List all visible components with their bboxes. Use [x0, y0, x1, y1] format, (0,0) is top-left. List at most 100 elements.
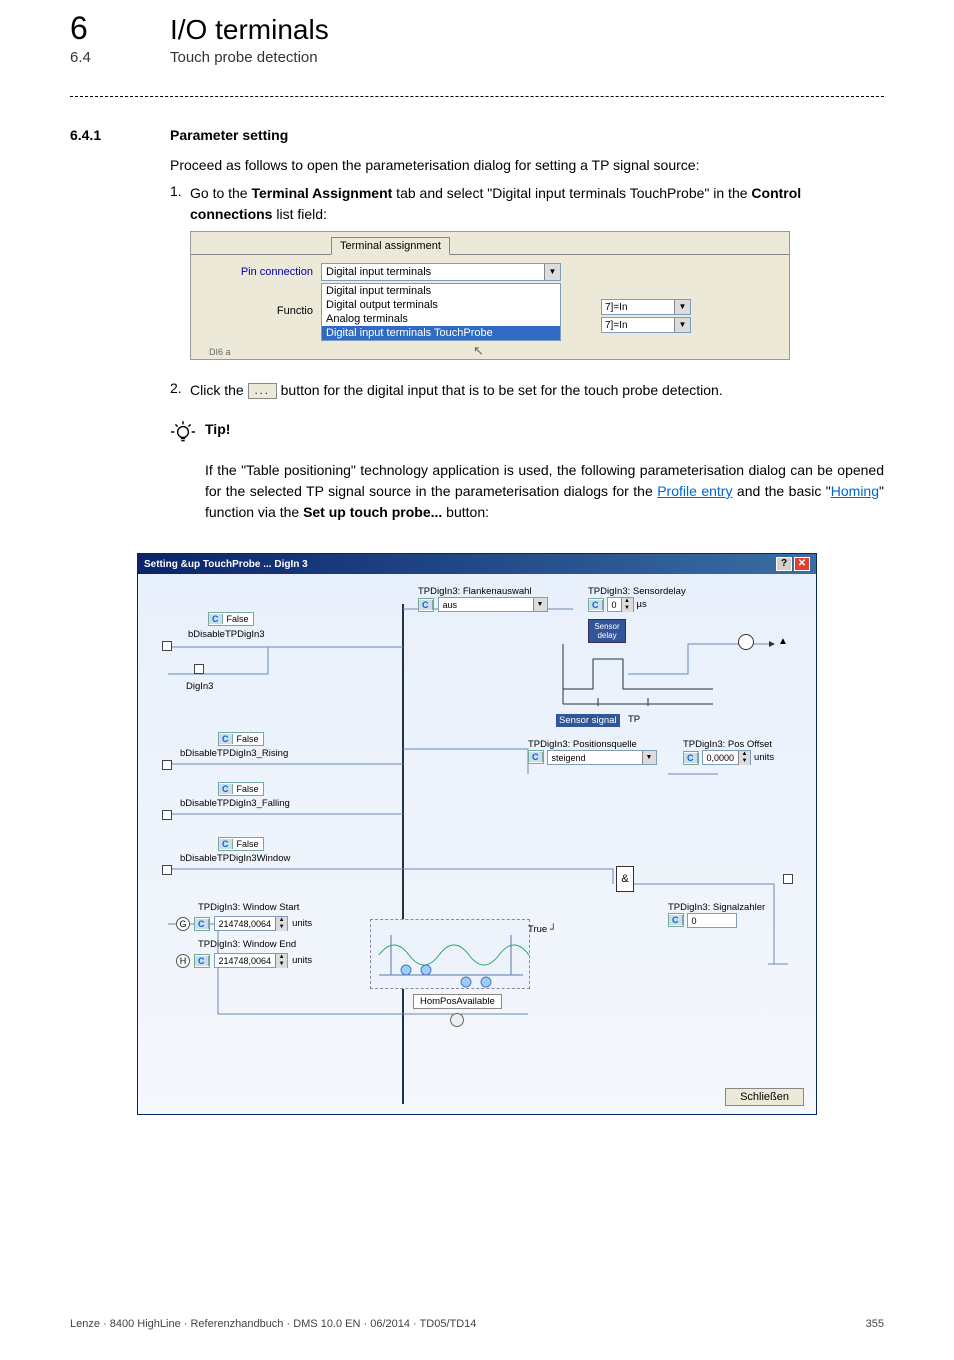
step-number: 2. — [170, 380, 190, 396]
dialog-title: Setting &up TouchProbe ... DigIn 3 — [144, 559, 308, 570]
chapter-number: 6 — [70, 10, 170, 47]
label-true: True ┘ — [528, 924, 557, 935]
badge-h: H — [176, 954, 190, 968]
c-indicator: C — [683, 751, 699, 765]
subsection-number: 6.4.1 — [70, 127, 170, 143]
spinner-window-start[interactable]: 214748,0064▲▼ — [214, 916, 289, 931]
signal-label: bDisableTPDigIn3_Rising — [180, 748, 288, 759]
text: button: — [442, 504, 489, 520]
dropdown-value: 7]=In — [605, 320, 628, 331]
spinner-pos-offset[interactable]: 0,0000▲▼ — [702, 750, 752, 765]
spinner-window-end[interactable]: 214748,0064▲▼ — [214, 953, 289, 968]
dropdown-small[interactable]: 7]=In ▼ — [601, 317, 691, 333]
footer-text: Lenze · 8400 HighLine · Referenzhandbuch… — [70, 1318, 476, 1330]
link-profile-entry[interactable]: Profile entry — [657, 483, 732, 499]
signal-label: bDisableTPDigIn3Window — [180, 853, 290, 864]
spinner-sensordelay[interactable]: 0▲▼ — [607, 597, 634, 612]
dialog-titlebar: Setting &up TouchProbe ... DigIn 3 ?✕ — [138, 554, 816, 574]
dropdown-positionsquelle[interactable]: steigend▼ — [547, 750, 657, 765]
label-hompos: HomPosAvailable — [413, 994, 502, 1009]
ellipsis-button[interactable]: ... — [248, 383, 277, 399]
node-icon — [738, 634, 754, 650]
text: button for the digital input that is to … — [281, 382, 723, 398]
c-indicator: C — [194, 917, 210, 931]
help-button[interactable]: ? — [776, 557, 792, 571]
sensor-chart-icon — [558, 634, 718, 714]
section-title: Touch probe detection — [170, 49, 318, 66]
terminal-assignment-screenshot: Terminal assignment Pin connection Digit… — [190, 231, 790, 360]
text: and the basic " — [732, 483, 830, 499]
port-icon — [162, 760, 172, 770]
tab-terminal-assignment[interactable]: Terminal assignment — [331, 237, 450, 255]
c-indicator: C — [668, 913, 684, 927]
intro-paragraph: Proceed as follows to open the parameter… — [170, 157, 884, 173]
c-indicator: C — [588, 598, 604, 612]
divider — [70, 96, 884, 97]
field-signalzahler[interactable]: 0 — [687, 913, 737, 928]
port-icon — [783, 874, 793, 884]
step-1: 1. Go to the Terminal Assignment tab and… — [170, 183, 884, 225]
label-di6: DI6 a — [209, 347, 231, 355]
chapter-title: I/O terminals — [170, 14, 329, 46]
tip-label: Tip! — [205, 421, 230, 437]
chevron-down-icon: ▼ — [674, 300, 690, 314]
label-pin-connection: Pin connection — [199, 266, 321, 278]
bold-text: Terminal Assignment — [251, 185, 392, 201]
waveform-diagram — [370, 919, 530, 989]
label-positionsquelle: TPDigIn3: Positionsquelle — [528, 739, 657, 750]
badge-g: G — [176, 917, 190, 931]
unit-label: units — [292, 955, 312, 966]
c-indicator: CFalse — [218, 837, 264, 851]
port-icon — [194, 664, 204, 674]
unit-label: µs — [637, 599, 647, 610]
text: list field: — [272, 206, 326, 222]
listbox-options[interactable]: Digital input terminals Digital output t… — [321, 283, 561, 341]
text: Click the — [190, 382, 248, 398]
bold-text: Set up touch probe... — [303, 504, 442, 520]
close-button[interactable]: ✕ — [794, 557, 810, 571]
lightbulb-icon — [170, 419, 205, 450]
list-item[interactable]: Digital output terminals — [322, 298, 560, 312]
unit-label: units — [292, 918, 312, 929]
c-indicator: C — [194, 954, 210, 968]
dropdown-flankenauswahl[interactable]: aus▼ — [438, 597, 548, 612]
page-number: 355 — [866, 1318, 884, 1330]
signal-label: bDisableTPDigIn3_Falling — [180, 798, 290, 809]
dropdown-pin-connection[interactable]: Digital input terminals ▼ — [321, 263, 561, 281]
list-item[interactable]: Digital input terminals — [322, 284, 560, 298]
label-sensor-signal: Sensor signal — [556, 714, 620, 727]
subsection-title: Parameter setting — [170, 127, 288, 143]
dropdown-value: 7]=In — [605, 302, 628, 313]
text: tab and select "Digital input terminals … — [392, 185, 751, 201]
unit-label: units — [754, 752, 774, 763]
label-function: Functio — [199, 283, 321, 317]
port-icon — [162, 865, 172, 875]
step-2: 2. Click the ... button for the digital … — [170, 380, 884, 401]
list-item[interactable]: Analog terminals — [322, 312, 560, 326]
c-indicator: CFalse — [218, 732, 264, 746]
tip-body: If the "Table positioning" technology ap… — [205, 460, 884, 523]
link-homing[interactable]: Homing — [831, 483, 879, 499]
c-indicator: CFalse — [218, 782, 264, 796]
touchprobe-dialog: Setting &up TouchProbe ... DigIn 3 ?✕ — [137, 553, 817, 1115]
and-gate-icon: & — [616, 866, 634, 892]
chevron-down-icon: ▼ — [674, 318, 690, 332]
chevron-down-icon: ▼ — [544, 264, 560, 280]
dropdown-value: Digital input terminals — [326, 266, 431, 278]
label-signalzahler: TPDigIn3: Signalzahler — [668, 902, 765, 913]
label-window-start: TPDigIn3: Window Start — [198, 902, 299, 913]
list-item-selected[interactable]: Digital input terminals TouchProbe — [322, 326, 560, 340]
signal-label: bDisableTPDigIn3 — [188, 629, 265, 640]
close-dialog-button[interactable]: Schließen — [725, 1088, 804, 1106]
dropdown-small[interactable]: 7]=In ▼ — [601, 299, 691, 315]
label-tp: TP — [628, 714, 640, 725]
text: Go to the — [190, 185, 251, 201]
led-icon — [450, 1013, 464, 1027]
c-indicator: C — [418, 598, 434, 612]
label-pos-offset: TPDigIn3: Pos Offset — [683, 739, 774, 750]
c-indicator: C — [528, 750, 544, 764]
port-icon — [162, 810, 172, 820]
port-icon — [162, 641, 172, 651]
cursor-icon: ↖ — [473, 343, 484, 355]
step-number: 1. — [170, 183, 190, 199]
